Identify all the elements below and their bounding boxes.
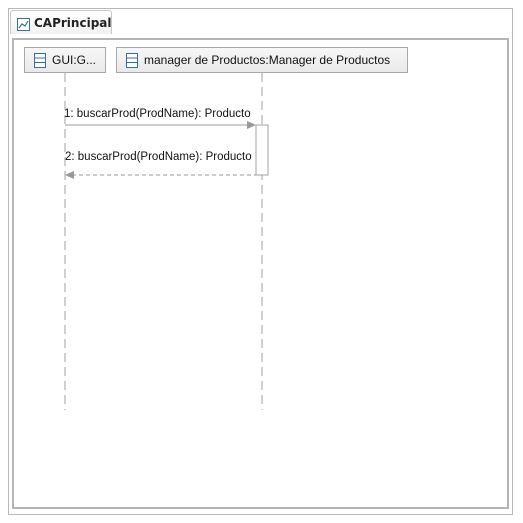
lifeline-head-gui[interactable]: GUI:G... xyxy=(24,47,106,73)
lifeline-icon xyxy=(126,52,138,68)
message-2-label[interactable]: 2: buscarProd(ProdName): Producto xyxy=(65,151,252,163)
diagram-title: CAPrincipal xyxy=(34,15,112,30)
lifeline-icon xyxy=(34,52,46,68)
diagram-tab[interactable]: CAPrincipal xyxy=(10,10,112,34)
sequence-diagram-icon xyxy=(17,16,30,31)
lifeline-label-gui: GUI:G... xyxy=(52,53,97,67)
lifeline-head-manager[interactable]: manager de Productos:Manager de Producto… xyxy=(116,47,408,73)
lifeline-label-manager: manager de Productos:Manager de Producto… xyxy=(144,53,391,67)
message-1-label[interactable]: 1: buscarProd(ProdName): Producto xyxy=(64,108,251,120)
